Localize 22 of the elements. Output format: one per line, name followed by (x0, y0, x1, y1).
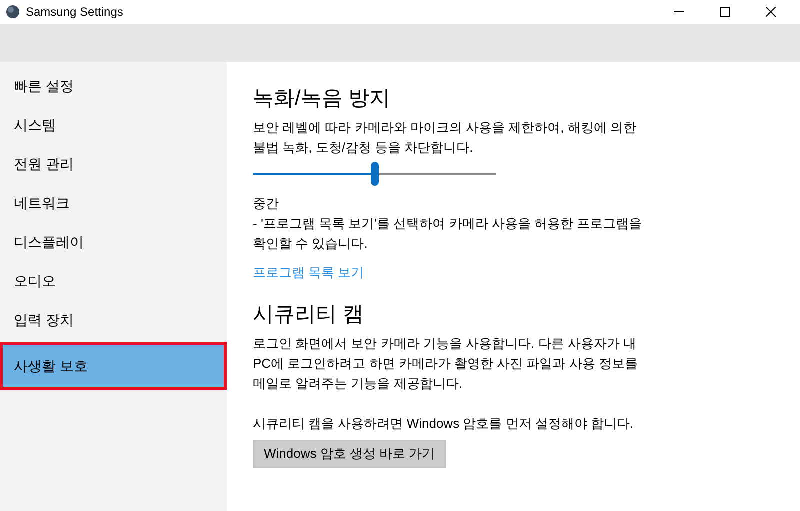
section-title: 시큐리티 캠 (253, 302, 364, 328)
sidebar-item[interactable]: 입력 장치 (0, 301, 227, 340)
close-icon[interactable] (766, 7, 776, 17)
maximize-icon[interactable] (720, 7, 730, 17)
section-description: 보안 레벨에 따라 카메라와 마이크의 사용을 제한하여, 해킹에 의한 불법 녹화, 도청/감청 등을 차단합니다. (253, 119, 638, 157)
password-note: 시큐리티 캠을 사용하려면 Windows 암호를 먼저 설정해야 합니다. (253, 415, 634, 433)
section-title: 녹화/녹음 방지 (253, 86, 391, 112)
security-level-slider[interactable] (253, 162, 496, 186)
sidebar-item[interactable]: 디스플레이 (0, 223, 227, 262)
level-note: - '프로그램 목록 보기'를 선택하여 카메라 사용을 허용한 프로그램을 확인할 수 있습니다. (253, 215, 644, 253)
section-description: 로그인 화면에서 보안 카메라 기능을 사용합니다. 다른 사용자가 내 PC에 로그인하려고 하면 카메라가 촬영한 사진 파일과 사용 정보를 메일로 알려주는 기능을 제공합니다. (253, 335, 639, 393)
window-title: Samsung Settings (26, 5, 124, 19)
sidebar-item[interactable]: 시스템 (0, 106, 227, 145)
create-password-button[interactable]: Windows 암호 생성 바로 가기 (253, 440, 446, 468)
sidebar-item[interactable]: 오디오 (0, 262, 227, 301)
sidebar-item[interactable]: 네트워크 (0, 184, 227, 223)
sidebar-item[interactable]: 빠른 설정 (0, 67, 227, 106)
slider-thumb[interactable] (370, 162, 378, 186)
app-icon (6, 5, 20, 19)
sidebar-item[interactable]: 사생활 보호 (0, 342, 227, 390)
sidebar-item[interactable]: 전원 관리 (0, 145, 227, 184)
level-name: 중간 (253, 195, 280, 213)
